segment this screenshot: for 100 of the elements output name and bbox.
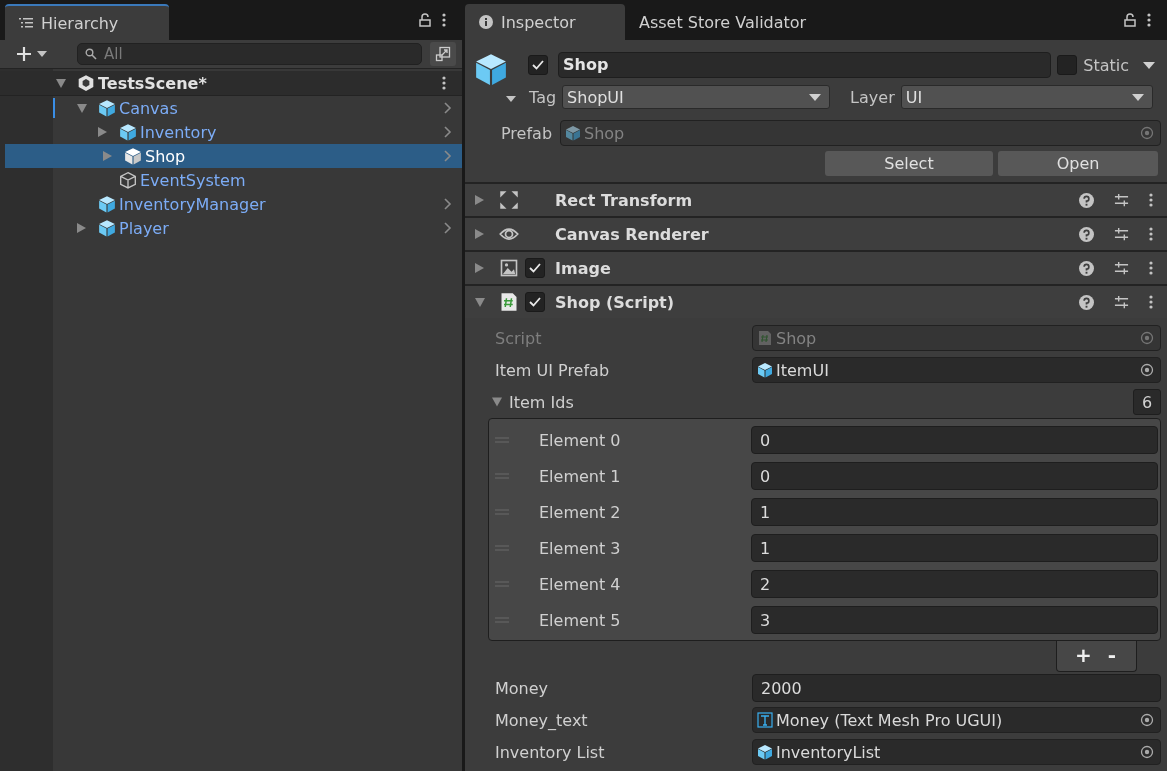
sliders-icon bbox=[1114, 260, 1129, 276]
cube-icon bbox=[98, 99, 116, 117]
hierarchy-tab[interactable]: Hierarchy bbox=[5, 4, 169, 40]
number-field[interactable]: 2 bbox=[751, 570, 1158, 598]
cube-icon bbox=[124, 147, 142, 165]
field-label: Money_text bbox=[495, 710, 589, 730]
help-icon bbox=[1079, 294, 1094, 310]
chevron-right-icon bbox=[444, 222, 452, 234]
sliders-icon bbox=[1114, 226, 1129, 242]
chevron-right-icon bbox=[444, 126, 452, 138]
number-field[interactable]: 0 bbox=[751, 462, 1158, 490]
dropdown-arrow-icon bbox=[1143, 61, 1155, 69]
target-icon bbox=[1140, 126, 1154, 140]
prefab-label: Prefab bbox=[501, 123, 553, 143]
number-field[interactable]: 1 bbox=[751, 534, 1158, 562]
more-icon bbox=[1149, 227, 1153, 241]
more-icon bbox=[442, 13, 446, 27]
more-icon bbox=[1149, 193, 1153, 207]
lock-icon bbox=[1124, 13, 1136, 27]
dropdown-arrow-icon bbox=[1131, 93, 1144, 101]
cube-icon bbox=[565, 125, 582, 141]
info-icon bbox=[479, 15, 493, 29]
lock-icon bbox=[419, 13, 431, 27]
target-icon bbox=[1140, 745, 1154, 759]
target-icon bbox=[1140, 713, 1154, 727]
hierarchy-item[interactable]: EventSystem bbox=[0, 168, 462, 192]
hierarchy-item[interactable]: Player bbox=[0, 216, 462, 240]
plus-icon bbox=[16, 46, 32, 62]
unity-scene-icon bbox=[77, 74, 95, 92]
search-field[interactable]: All bbox=[77, 43, 422, 65]
object-field[interactable]: ItemUI bbox=[752, 357, 1161, 383]
object-field[interactable]: Money (Text Mesh Pro UGUI) bbox=[752, 707, 1161, 733]
more-icon bbox=[442, 76, 446, 90]
caret-icon bbox=[506, 96, 516, 102]
caret-icon bbox=[37, 51, 47, 57]
field-label: Item UI Prefab bbox=[495, 360, 611, 380]
open-button[interactable]: Open bbox=[998, 151, 1158, 176]
dropdown-arrow-icon bbox=[809, 93, 822, 101]
tag-dropdown[interactable]: ShopUI bbox=[562, 85, 831, 109]
enabled-checkbox[interactable] bbox=[525, 258, 545, 278]
name-field[interactable]: Shop bbox=[558, 52, 1052, 78]
search-icon bbox=[85, 48, 97, 60]
inspector-tab[interactable]: Inspector bbox=[465, 4, 625, 40]
help-icon bbox=[1079, 226, 1094, 242]
chevron-right-icon bbox=[444, 102, 452, 114]
chevron-right-icon bbox=[444, 198, 452, 210]
cube-icon bbox=[757, 744, 773, 760]
sliders-icon bbox=[1114, 294, 1129, 310]
hierarchy-item[interactable]: Canvas bbox=[0, 96, 462, 120]
element-label: Element 1 bbox=[539, 466, 622, 486]
element-label: Element 2 bbox=[539, 502, 622, 522]
list-icon bbox=[19, 17, 33, 29]
sliders-icon bbox=[1114, 192, 1129, 208]
hierarchy-item[interactable]: Inventory bbox=[0, 120, 462, 144]
number-field[interactable]: 3 bbox=[751, 606, 1158, 634]
count-field[interactable]: 6 bbox=[1133, 389, 1161, 415]
move-arrows-icon bbox=[499, 190, 519, 210]
object-field[interactable]: InventoryList bbox=[752, 739, 1161, 765]
element-label: Element 0 bbox=[539, 430, 622, 450]
more-icon bbox=[1147, 13, 1151, 27]
cube-icon bbox=[474, 52, 508, 86]
script-file-icon bbox=[757, 330, 773, 346]
number-field[interactable]: 2000 bbox=[752, 674, 1161, 702]
chevron-right-icon bbox=[444, 150, 452, 162]
add-element-button[interactable]: + bbox=[1070, 643, 1096, 667]
hierarchy-item[interactable]: InventoryManager bbox=[0, 192, 462, 216]
static-checkbox[interactable] bbox=[1057, 55, 1078, 75]
more-icon bbox=[1149, 295, 1153, 309]
cube-icon bbox=[98, 195, 116, 213]
cube-icon bbox=[757, 362, 773, 378]
remove-element-button[interactable]: - bbox=[1103, 643, 1120, 667]
element-label: Element 4 bbox=[539, 574, 622, 594]
cube-icon bbox=[98, 219, 116, 237]
list-foldout[interactable]: Item Ids bbox=[492, 392, 574, 412]
script-file-icon bbox=[499, 292, 519, 312]
hierarchy-item[interactable]: Shop bbox=[5, 144, 462, 168]
inspector-tab[interactable]: Asset Store Validator bbox=[625, 4, 821, 40]
target-icon bbox=[1140, 331, 1154, 345]
element-label: Element 5 bbox=[539, 610, 622, 630]
layer-label: Layer bbox=[850, 87, 895, 107]
layer-dropdown[interactable]: UI bbox=[900, 85, 1153, 109]
number-field[interactable]: 1 bbox=[751, 498, 1158, 526]
cube-outline-icon bbox=[119, 171, 137, 189]
number-field[interactable]: 0 bbox=[751, 426, 1158, 454]
cube-icon bbox=[119, 123, 137, 141]
field-label: Inventory List bbox=[495, 742, 606, 762]
enabled-checkbox[interactable] bbox=[525, 292, 545, 312]
field-label: Money bbox=[495, 678, 550, 698]
active-checkbox[interactable] bbox=[528, 55, 548, 75]
element-label: Element 3 bbox=[539, 538, 622, 558]
scene-row[interactable]: TestsScene* bbox=[0, 71, 462, 96]
help-icon bbox=[1079, 192, 1094, 208]
tag-label: Tag bbox=[529, 87, 557, 107]
target-icon bbox=[1140, 363, 1154, 377]
image-icon bbox=[499, 258, 519, 278]
scene-view-button[interactable] bbox=[430, 42, 456, 66]
select-button[interactable]: Select bbox=[825, 151, 993, 176]
static-label: Static bbox=[1083, 55, 1129, 75]
window-icon bbox=[435, 46, 451, 62]
add-button[interactable] bbox=[14, 44, 49, 64]
